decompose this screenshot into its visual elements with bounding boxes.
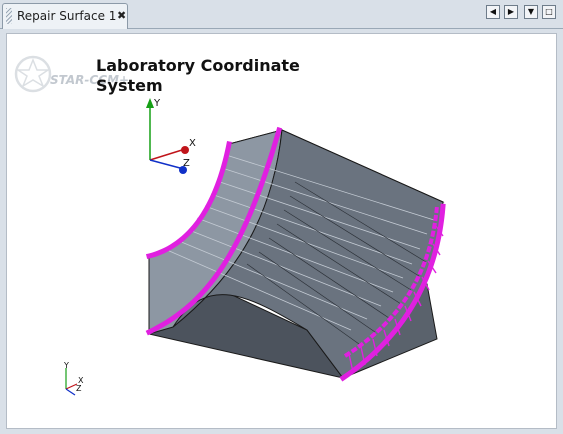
tab-repair-surface[interactable]: Repair Surface 1 ✖	[2, 3, 128, 29]
triad-z-label: Z	[183, 158, 190, 169]
mini-triad-z-label: Z	[76, 384, 82, 393]
repair-surface-window: Repair Surface 1 ✖ ◀ ▶ ▼ □ STAR-CCM+ Y X…	[0, 0, 563, 434]
tab-label: Repair Surface 1	[17, 9, 117, 23]
mini-triad-y-label: Y	[63, 361, 69, 370]
scroll-left-icon[interactable]: ◀	[486, 5, 500, 19]
repair-surface-model[interactable]	[148, 129, 445, 379]
tab-bar: Repair Surface 1 ✖ ◀ ▶ ▼ □	[0, 0, 563, 29]
scroll-right-icon[interactable]: ▶	[504, 5, 518, 19]
mini-coordinate-triad: Y X Z	[63, 361, 84, 396]
coordinate-triad: Y X Z	[146, 98, 196, 174]
star-ccm-logo-icon	[14, 55, 52, 93]
tab-menu-icon[interactable]: ▼	[524, 5, 538, 19]
triad-y-label: Y	[153, 98, 161, 109]
close-icon[interactable]: ✖	[117, 9, 126, 22]
scene-title: Laboratory Coordinate System	[96, 56, 300, 95]
tab-grip[interactable]	[6, 8, 12, 24]
maximize-icon[interactable]: □	[542, 5, 556, 19]
triad-x-label: X	[189, 138, 196, 149]
scene-viewport[interactable]: STAR-CCM+ Y X Z Y X Z Laboratory Coordin…	[6, 33, 557, 429]
